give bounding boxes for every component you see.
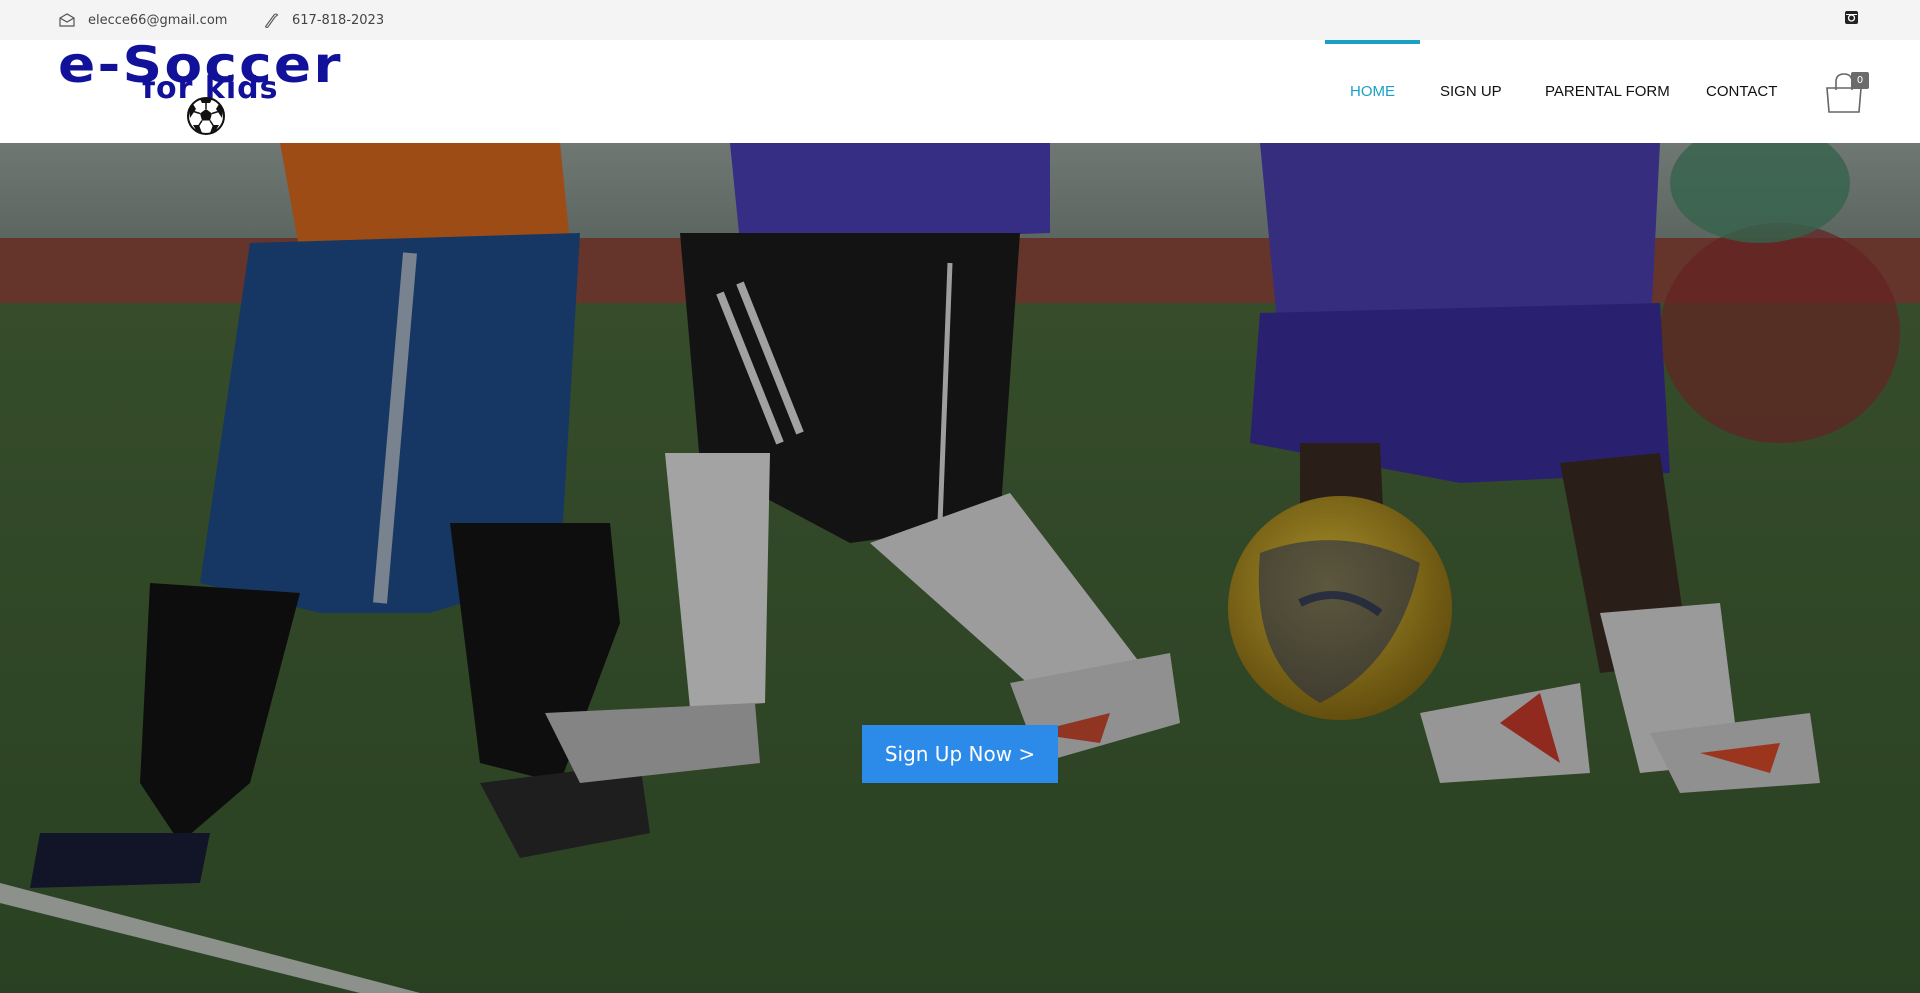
email-contact[interactable]: elecce66@gmail.com [59,0,227,40]
nav-contact[interactable]: CONTACT [1706,40,1777,143]
email-text: elecce66@gmail.com [88,12,228,28]
envelope-icon [59,13,75,27]
phone-text: 617-818-2023 [292,12,385,28]
phone-contact[interactable]: 617-818-2023 [263,0,384,40]
main-nav: HOME SIGN UP PARENTAL FORM CONTACT [0,40,1920,143]
top-bar: elecce66@gmail.com 617-818-2023 [0,0,1920,40]
nav-parental-form[interactable]: PARENTAL FORM [1545,40,1670,143]
instagram-icon[interactable] [1844,10,1859,25]
sign-up-now-button[interactable]: Sign Up Now > [862,725,1058,783]
nav-home[interactable]: HOME [1325,40,1420,143]
phone-icon [264,13,279,28]
hero-overlay [0,143,1920,993]
hero-banner: Sign Up Now > [0,143,1920,993]
nav-sign-up[interactable]: SIGN UP [1440,40,1502,143]
cart-count-badge: 0 [1851,72,1869,89]
site-header: e-Soccer for kids HOME SIGN UP PARENTAL … [0,40,1920,143]
